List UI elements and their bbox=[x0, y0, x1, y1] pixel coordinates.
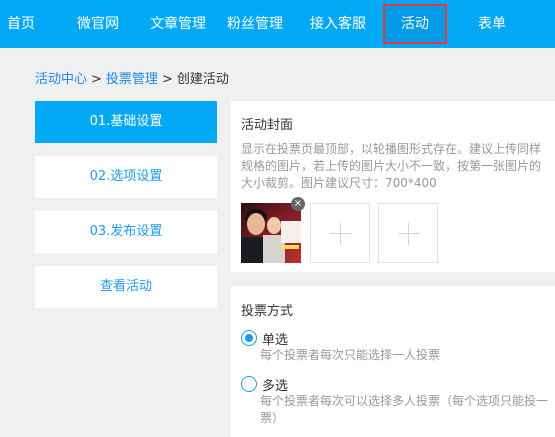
nav-item-forms[interactable]: 表单 bbox=[460, 0, 524, 48]
nav-item-microsite[interactable]: 微官网 bbox=[70, 0, 126, 48]
vote-mode-title: 投票方式 bbox=[241, 304, 294, 319]
multi-choice-label[interactable]: 多选 bbox=[262, 375, 288, 394]
single-choice-description: 每个投票者每次只能选择一人投票 bbox=[260, 348, 441, 362]
breadcrumb-vote-management[interactable]: 投票管理 bbox=[106, 72, 158, 87]
nav-item-home[interactable]: 首页 bbox=[0, 0, 42, 48]
nav-item-fans[interactable]: 粉丝管理 bbox=[220, 0, 290, 48]
plus-icon bbox=[398, 233, 420, 234]
step-publish-settings[interactable]: 03.发布设置 bbox=[35, 211, 217, 253]
breadcrumb-current: 创建活动 bbox=[176, 72, 229, 87]
step-basic-settings[interactable]: 01.基础设置 bbox=[35, 101, 217, 143]
multi-choice-description: 每个投票者每次可以选择多人投票（每个选项只能投一票） bbox=[260, 394, 549, 425]
delete-image-icon[interactable]: × bbox=[291, 197, 305, 211]
add-image-button[interactable] bbox=[378, 203, 438, 263]
breadcrumb-separator: > bbox=[161, 72, 173, 87]
view-activity-button[interactable]: 查看活动 bbox=[35, 266, 217, 308]
top-nav: 首页 微官网 文章管理 粉丝管理 接入客服 活动 表单 bbox=[0, 0, 555, 48]
plus-icon bbox=[330, 233, 352, 234]
cover-image-thumbnail[interactable] bbox=[241, 203, 301, 263]
breadcrumb: 活动中心 > 投票管理 > 创建活动 bbox=[35, 68, 229, 87]
nav-item-activity[interactable]: 活动 bbox=[383, 4, 447, 44]
breadcrumb-activity-center[interactable]: 活动中心 bbox=[35, 72, 87, 87]
multi-choice-radio[interactable] bbox=[241, 376, 257, 392]
single-choice-label[interactable]: 单选 bbox=[262, 329, 288, 348]
cover-title: 活动封面 bbox=[241, 118, 294, 133]
add-image-button[interactable] bbox=[310, 203, 370, 263]
single-choice-radio[interactable] bbox=[241, 330, 257, 346]
nav-item-customer-service[interactable]: 接入客服 bbox=[300, 0, 376, 48]
step-option-settings[interactable]: 02.选项设置 bbox=[35, 156, 217, 198]
vote-mode-panel: 投票方式 单选 每个投票者每次只能选择一人投票 多选 每个投票者每次可以选择多人… bbox=[231, 286, 555, 437]
nav-item-articles[interactable]: 文章管理 bbox=[140, 0, 216, 48]
breadcrumb-separator: > bbox=[91, 72, 102, 87]
cover-description: 显示在投票页最顶部，以轮播图形式存在。建议上传同样规格的图片，若上传的图片大小不… bbox=[241, 142, 542, 190]
cover-panel: 活动封面 显示在投票页最顶部，以轮播图形式存在。建议上传同样规格的图片，若上传的… bbox=[231, 101, 555, 272]
